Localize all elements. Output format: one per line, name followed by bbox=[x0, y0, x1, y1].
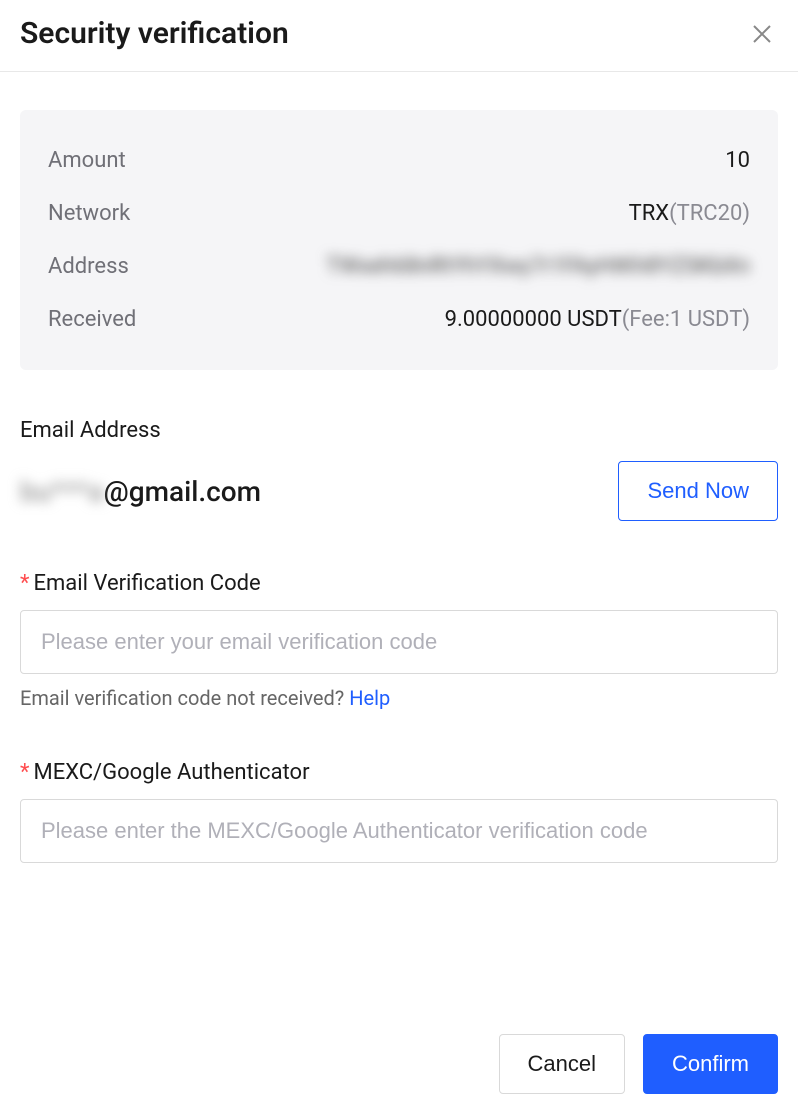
network-label: Network bbox=[48, 201, 130, 226]
network-value-main: TRX bbox=[629, 201, 669, 226]
modal-footer: Cancel Confirm bbox=[499, 1034, 779, 1094]
authenticator-group: *MEXC/Google Authenticator bbox=[20, 760, 778, 863]
authenticator-label-text: MEXC/Google Authenticator bbox=[33, 760, 309, 785]
summary-row-address: Address TWxeh68nRtYhYXwy7r1FAyHtKh8YZSKb… bbox=[48, 240, 750, 293]
summary-row-amount: Amount 10 bbox=[48, 134, 750, 187]
confirm-button[interactable]: Confirm bbox=[643, 1034, 778, 1094]
received-value: 9.00000000 USDT(Fee:1 USDT) bbox=[445, 307, 750, 332]
email-code-label: *Email Verification Code bbox=[20, 571, 778, 596]
amount-label: Amount bbox=[48, 148, 126, 173]
modal-body: Amount 10 Network TRX(TRC20) Address TWx… bbox=[0, 72, 798, 883]
authenticator-label: *MEXC/Google Authenticator bbox=[20, 760, 778, 785]
email-row: bu***a@gmail.com Send Now bbox=[20, 461, 778, 521]
required-asterisk-icon: * bbox=[20, 571, 29, 596]
close-icon bbox=[750, 22, 774, 46]
email-domain: @gmail.com bbox=[104, 475, 261, 508]
cancel-button[interactable]: Cancel bbox=[499, 1034, 625, 1094]
email-masked-prefix: bu***a bbox=[20, 475, 104, 508]
email-code-help: Email verification code not received? He… bbox=[20, 686, 778, 710]
modal-header: Security verification bbox=[0, 0, 798, 72]
authenticator-input[interactable] bbox=[20, 799, 778, 863]
email-code-group: *Email Verification Code Email verificat… bbox=[20, 571, 778, 710]
address-value: TWxeh68nRtYhYXwy7r1FAyHtKh8YZSKbXn bbox=[326, 254, 750, 279]
transaction-summary: Amount 10 Network TRX(TRC20) Address TWx… bbox=[20, 110, 778, 370]
network-value: TRX(TRC20) bbox=[629, 201, 750, 226]
summary-row-received: Received 9.00000000 USDT(Fee:1 USDT) bbox=[48, 293, 750, 346]
close-button[interactable] bbox=[746, 18, 778, 50]
email-code-label-text: Email Verification Code bbox=[33, 571, 260, 596]
email-display: bu***a@gmail.com bbox=[20, 475, 261, 508]
received-label: Received bbox=[48, 307, 136, 332]
email-section: Email Address bu***a@gmail.com Send Now bbox=[20, 418, 778, 521]
address-label: Address bbox=[48, 254, 129, 279]
received-value-main: 9.00000000 USDT bbox=[445, 307, 622, 332]
network-value-suffix: (TRC20) bbox=[669, 201, 750, 226]
help-link[interactable]: Help bbox=[349, 686, 390, 710]
email-code-input[interactable] bbox=[20, 610, 778, 674]
required-asterisk-icon: * bbox=[20, 760, 29, 785]
amount-value: 10 bbox=[725, 148, 750, 173]
modal-title: Security verification bbox=[20, 16, 289, 51]
received-value-suffix: (Fee:1 USDT) bbox=[622, 307, 750, 332]
email-label: Email Address bbox=[20, 418, 778, 443]
send-now-button[interactable]: Send Now bbox=[618, 461, 778, 521]
summary-row-network: Network TRX(TRC20) bbox=[48, 187, 750, 240]
help-text: Email verification code not received? bbox=[20, 686, 349, 710]
